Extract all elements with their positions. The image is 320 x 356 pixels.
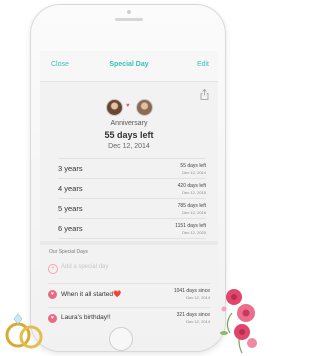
- year-label: 6 years: [58, 224, 83, 233]
- heart-icon: ♥: [48, 290, 57, 299]
- list-item[interactable]: 6 years 1151 days left Dec 12, 2020: [58, 218, 206, 239]
- navigation-bar: Close Special Day Edit: [40, 51, 218, 82]
- year-date: Dec 12, 2020: [182, 230, 206, 235]
- year-label: 3 years: [58, 164, 83, 173]
- couple-avatars: ♥: [106, 99, 154, 116]
- special-days-heading: Our Special Days: [49, 249, 88, 255]
- anniversary-date: Dec 12, 2014: [108, 143, 150, 150]
- special-day-label: Laura's birthday!!: [61, 314, 111, 321]
- years-list: 3 years 55 days left Dec 12, 2014 4 year…: [58, 158, 206, 239]
- share-icon[interactable]: [200, 89, 209, 100]
- page-title: Special Day: [109, 61, 149, 68]
- special-day-count: 321 days since: [176, 312, 210, 318]
- list-item[interactable]: ♥ When it all started❤️ 1041 days since …: [48, 283, 210, 304]
- list-item[interactable]: ♥ Laura's birthday!! 321 days since Dec …: [48, 307, 210, 327]
- year-days-left: 55 days left: [180, 163, 206, 169]
- list-item[interactable]: 4 years 420 days left Dec 12, 2015: [58, 178, 206, 198]
- special-day-date: Dec 12, 2014: [186, 319, 210, 324]
- year-label: 4 years: [58, 184, 83, 193]
- home-button[interactable]: [109, 327, 133, 351]
- year-days-left: 785 days left: [177, 203, 206, 209]
- avatar: [106, 99, 123, 116]
- heart-icon: ♥: [48, 314, 57, 323]
- section-divider: [40, 241, 218, 245]
- special-day-date: Dec 12, 2014: [186, 295, 210, 300]
- year-date: Dec 12, 2016: [182, 210, 206, 215]
- year-days-left: 420 days left: [177, 183, 206, 189]
- list-item[interactable]: 5 years 785 days left Dec 12, 2016: [58, 198, 206, 218]
- year-label: 5 years: [58, 204, 83, 213]
- special-day-count: 1041 days since: [173, 288, 210, 294]
- app-screen: Close Special Day Edit ♥ Anniversary 55 …: [40, 51, 218, 327]
- add-special-day-label: Add a special day: [61, 264, 109, 270]
- heart-icon: ♥: [126, 103, 130, 109]
- wedding-rings-icon: [5, 313, 43, 349]
- flowers-icon: [220, 289, 257, 354]
- days-left-count: 55 days left: [104, 130, 154, 140]
- list-item[interactable]: 3 years 55 days left Dec 12, 2014: [58, 158, 206, 178]
- avatar: [136, 99, 153, 116]
- earpiece-speaker: [115, 18, 143, 21]
- edit-button[interactable]: Edit: [197, 61, 209, 68]
- year-date: Dec 12, 2014: [182, 170, 206, 175]
- add-special-day-button[interactable]: + Add a special day: [48, 261, 210, 277]
- front-camera: [127, 10, 131, 14]
- special-day-label: When it all started❤️: [61, 291, 122, 298]
- year-days-left: 1151 days left: [175, 223, 206, 229]
- plus-icon: +: [48, 264, 58, 274]
- year-date: Dec 12, 2015: [182, 190, 206, 195]
- phone-frame: Close Special Day Edit ♥ Anniversary 55 …: [30, 4, 226, 352]
- anniversary-label: Anniversary: [110, 120, 148, 127]
